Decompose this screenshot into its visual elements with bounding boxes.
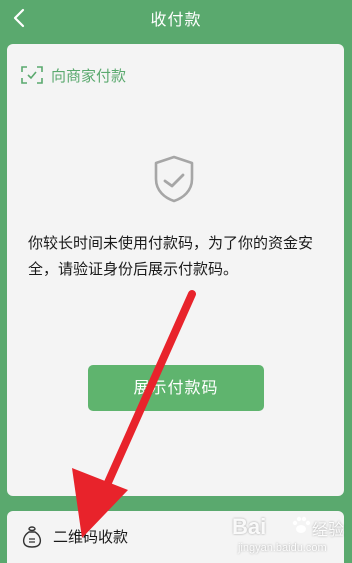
show-payment-code-button[interactable]: 展示付款码	[88, 365, 264, 411]
payment-page: 收付款 向商家付款 你较长时间未使用付款码，为了你的资金安全，请验证身份后展示付…	[0, 0, 352, 563]
baidu-jingyan-watermark: Bai 经验 jingyan.baidu.com	[232, 512, 350, 560]
header: 收付款	[0, 0, 352, 40]
paw-icon	[292, 516, 311, 533]
merchant-pay-tab[interactable]: 向商家付款	[21, 64, 126, 86]
page-title: 收付款	[150, 10, 202, 29]
scan-frame-icon	[21, 66, 43, 84]
money-bag-icon	[22, 526, 42, 548]
watermark-jingyan-text: 经验	[312, 520, 345, 539]
security-message: 你较长时间未使用付款码，为了你的资金安全，请验证身份后展示付款码。	[28, 234, 314, 278]
payment-card: 向商家付款 你较长时间未使用付款码，为了你的资金安全，请验证身份后展示付款码。 …	[7, 44, 344, 496]
qr-receive-label: 二维码收款	[53, 528, 129, 546]
shield-check-icon	[154, 155, 194, 203]
merchant-pay-label: 向商家付款	[51, 66, 127, 85]
watermark-url: jingyan.baidu.com	[238, 542, 327, 554]
watermark-logo-text: Bai	[232, 514, 267, 539]
